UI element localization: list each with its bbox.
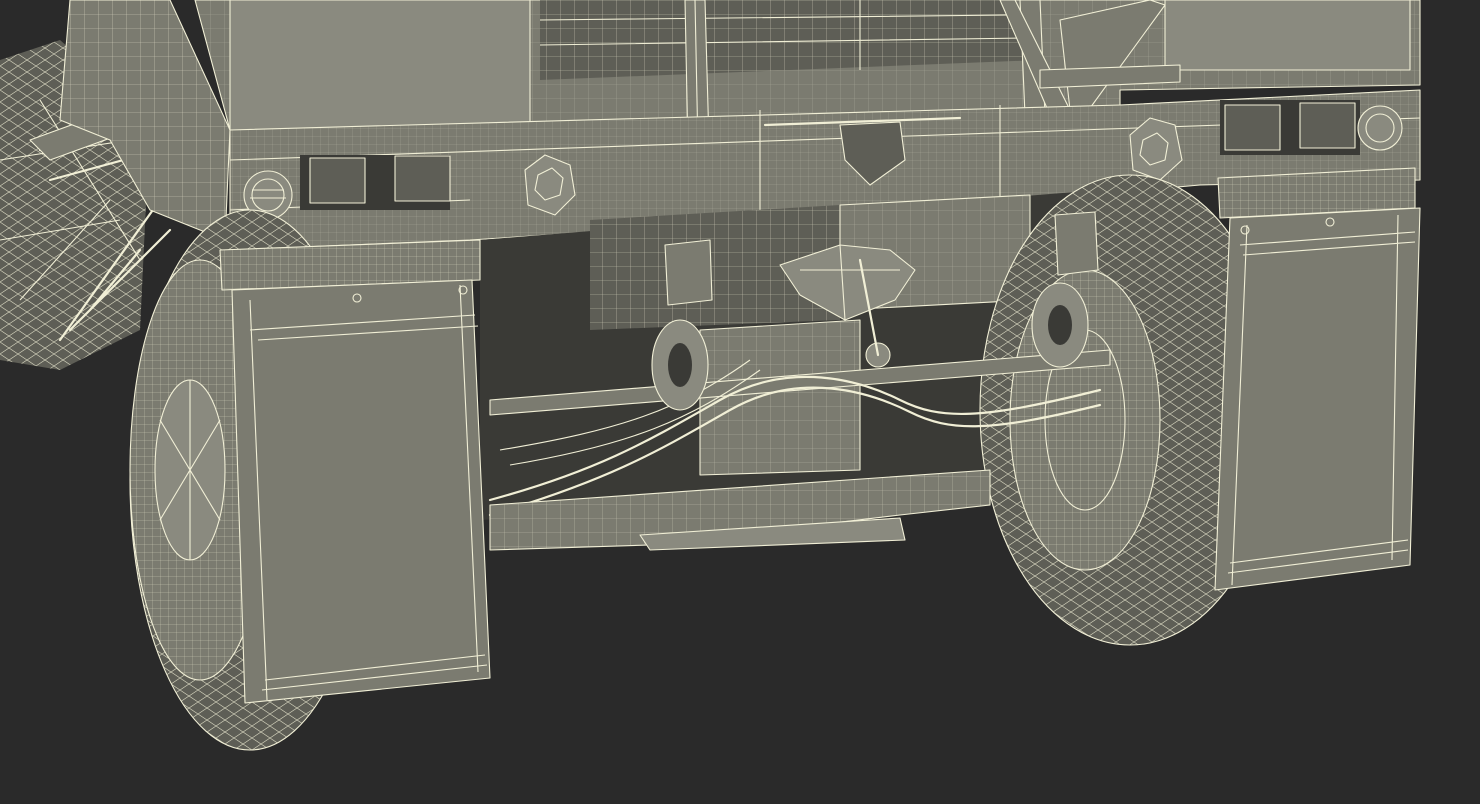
left-mud-flap [219,239,491,704]
truck-rear-wireframe-render [0,0,1480,800]
right-mud-flap [1214,167,1421,591]
render-canvas [0,0,1480,800]
right-tail-light-cluster [1220,100,1403,155]
